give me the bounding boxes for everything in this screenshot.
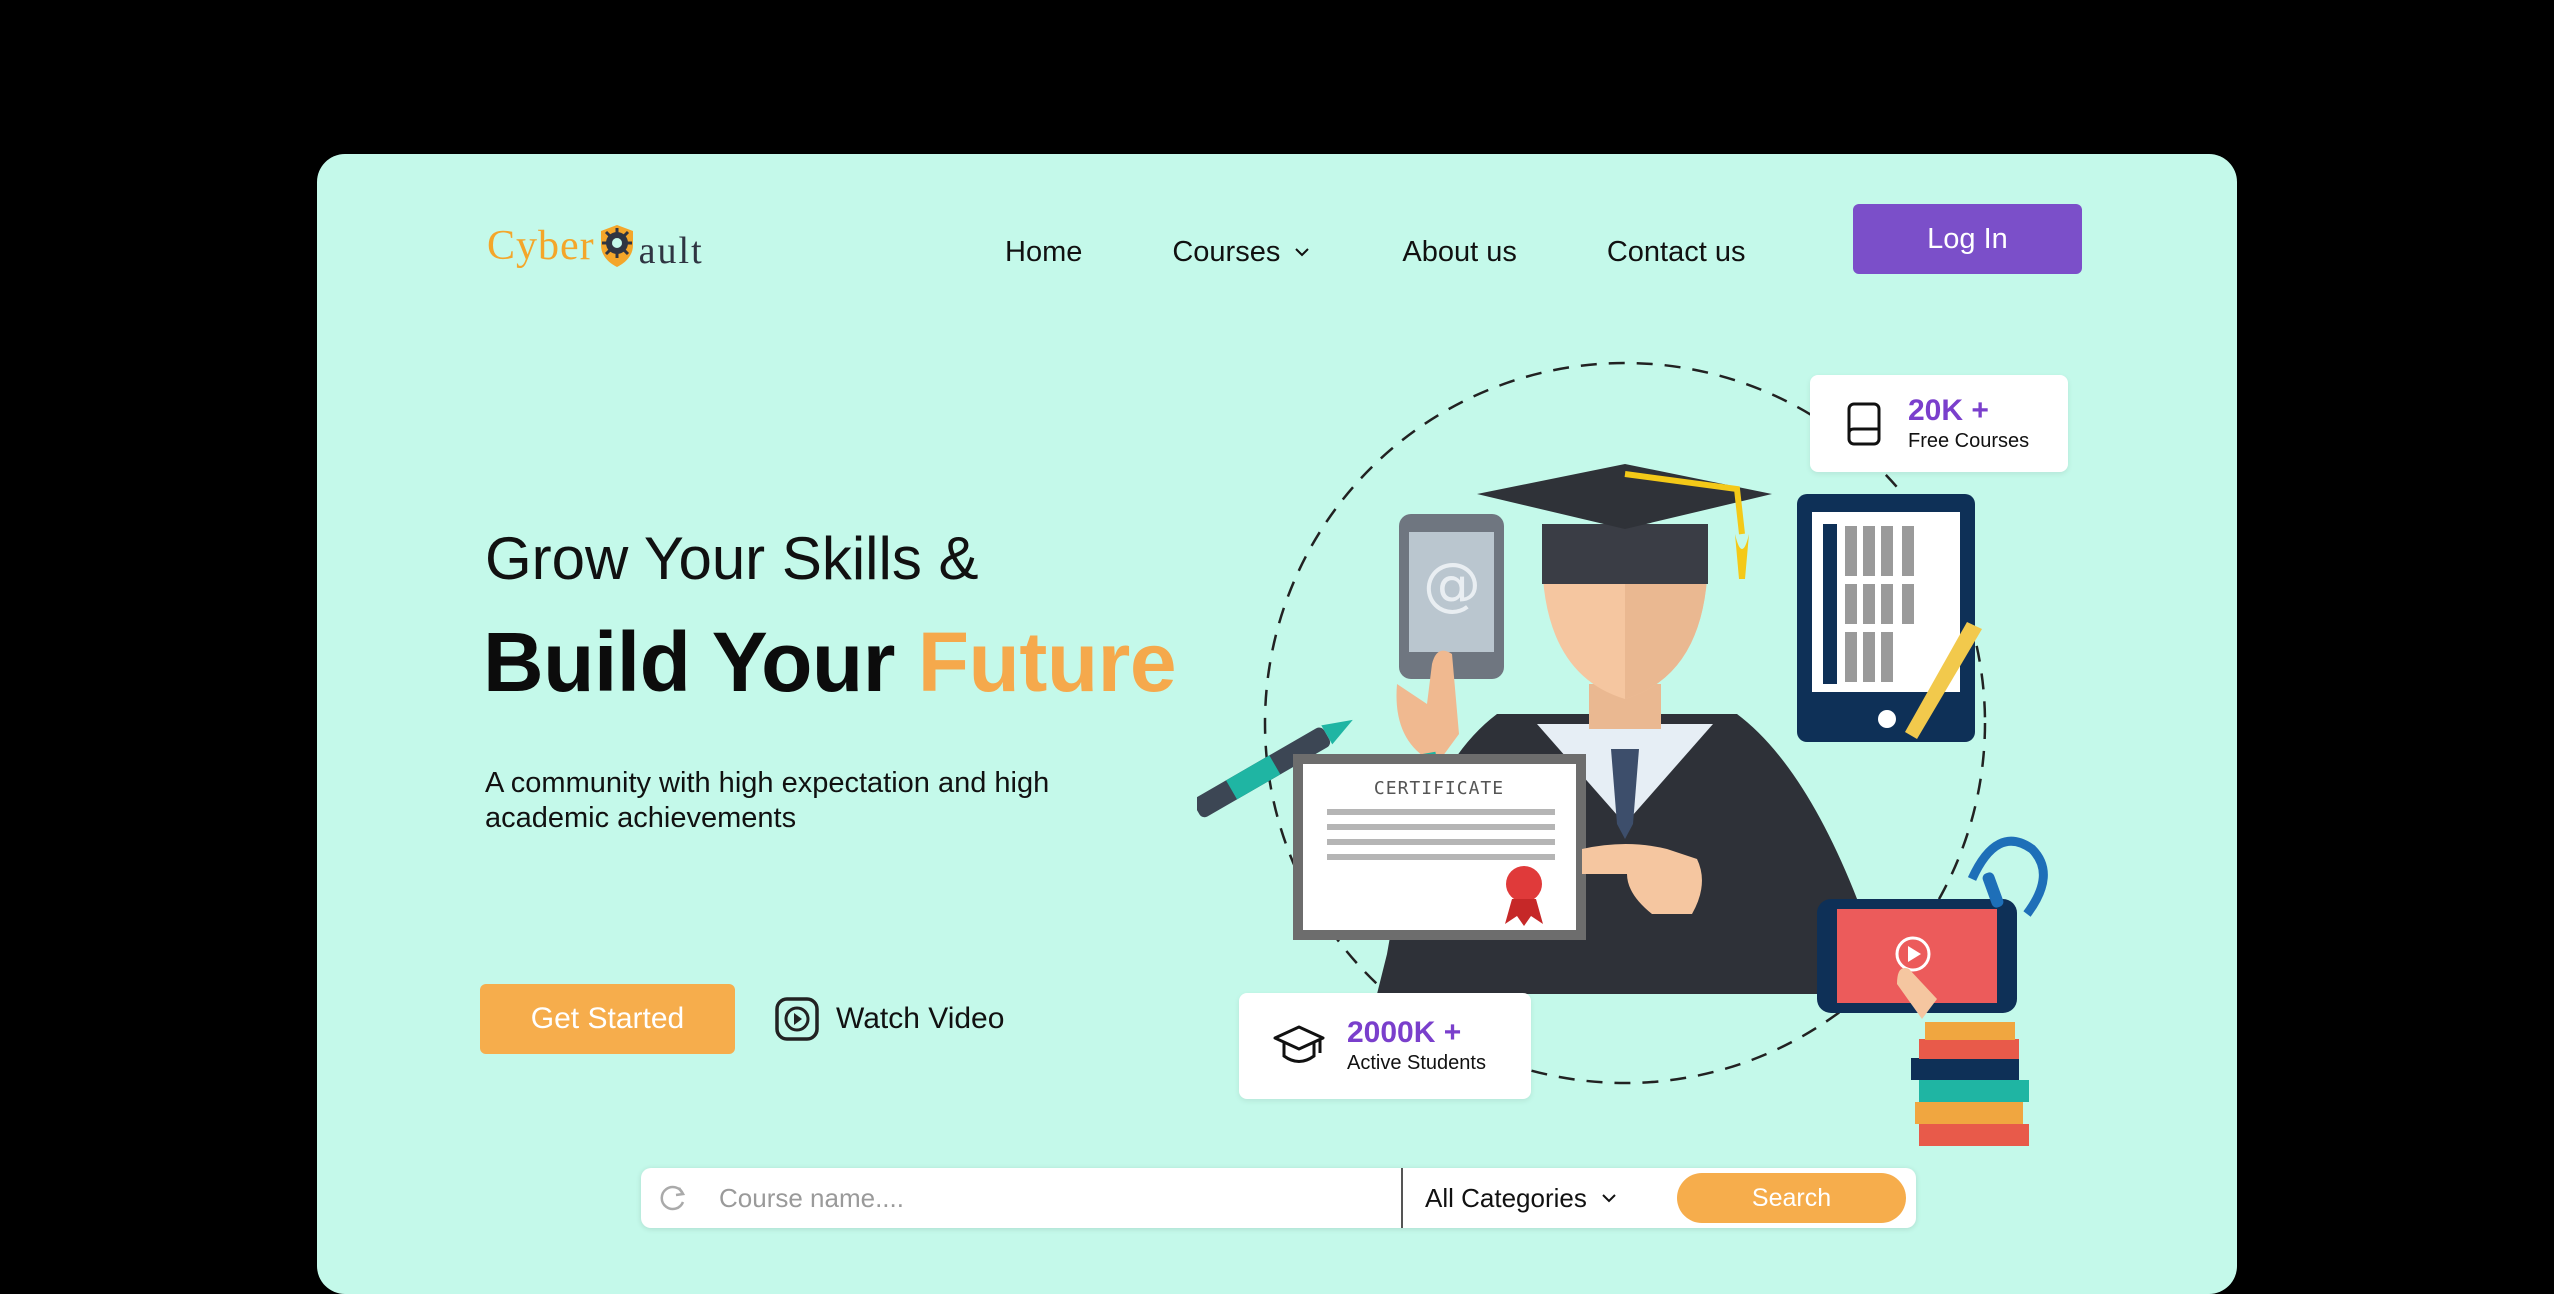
hero-heading-accent: Future: [917, 615, 1177, 709]
category-dropdown[interactable]: All Categories: [1425, 1183, 1645, 1214]
login-button[interactable]: Log In: [1853, 204, 2082, 274]
shield-gear-icon: [600, 225, 633, 267]
play-video-icon: [775, 997, 819, 1041]
main-nav: Home Courses About us Contact us: [1005, 220, 1835, 284]
watch-video-label: Watch Video: [836, 1002, 1005, 1035]
refresh-search-icon: [660, 1185, 686, 1211]
nav-item-about[interactable]: About us: [1402, 236, 1516, 269]
tablet-document-icon: [1797, 494, 1982, 742]
brand-name-part1: Cyber: [487, 223, 595, 269]
stat-text: 20K + Free Courses: [1908, 394, 2029, 454]
search-button[interactable]: Search: [1677, 1173, 1906, 1223]
books-icon: [1911, 1022, 2029, 1146]
nav-item-courses[interactable]: Courses: [1172, 236, 1310, 269]
book-icon: [1847, 402, 1881, 445]
get-started-button[interactable]: Get Started: [480, 984, 735, 1054]
hero-heading-line1: Grow Your Skills &: [485, 525, 979, 592]
stat-text: 2000K + Active Students: [1347, 1016, 1486, 1076]
chevron-down-icon: [1295, 248, 1310, 257]
landing-card: Cyber ault Home Courses About us Contact…: [317, 154, 2237, 1294]
category-label: All Categories: [1425, 1182, 1587, 1213]
search-divider: [1401, 1168, 1403, 1228]
svg-text:@: @: [1423, 550, 1481, 618]
stat-value: 20K +: [1908, 393, 1989, 427]
nav-item-label: About us: [1402, 235, 1517, 268]
brand-name-part2: ault: [638, 230, 704, 272]
hero-description: A community with high expectation and hi…: [485, 767, 1050, 834]
stat-value: 2000K +: [1347, 1016, 1462, 1049]
watch-video-button[interactable]: Watch Video: [774, 994, 1004, 1044]
hero-heading-line2: Build Your Future: [483, 614, 1177, 711]
chevron-down-icon: [1602, 1194, 1616, 1203]
brand-logo[interactable]: Cyber ault: [487, 216, 704, 276]
graduation-cap-icon: [1273, 1025, 1325, 1063]
nav-item-home[interactable]: Home: [1005, 236, 1082, 269]
graduate-illustration: @ CERTIFICATE: [1197, 361, 2048, 1146]
certificate-text: CERTIFICATE: [1374, 778, 1504, 799]
course-search-bar: All Categories Search: [641, 1168, 1916, 1228]
stat-card-courses: 20K + Free Courses: [1810, 375, 2068, 472]
nav-item-label: Home: [1005, 235, 1083, 268]
stat-label: Free Courses: [1908, 429, 2030, 452]
course-search-input[interactable]: [719, 1173, 1399, 1223]
nav-item-label: Courses: [1172, 235, 1281, 268]
stat-card-students: 2000K + Active Students: [1239, 993, 1531, 1099]
nav-item-contact[interactable]: Contact us: [1607, 236, 1746, 269]
nav-item-label: Contact us: [1606, 235, 1746, 268]
stat-label: Active Students: [1347, 1052, 1486, 1074]
hero-heading-prefix: Build Your: [483, 615, 895, 709]
video-player-icon: [1817, 836, 2048, 1019]
